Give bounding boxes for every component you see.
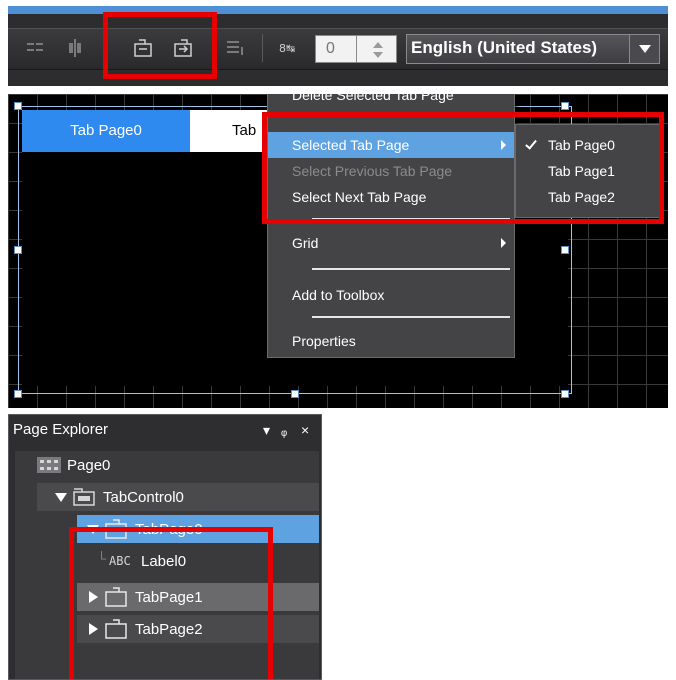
resize-handle[interactable] bbox=[291, 390, 299, 398]
close-icon[interactable]: × bbox=[301, 422, 309, 438]
submenu-arrow-icon bbox=[501, 238, 506, 248]
highlight-box bbox=[103, 12, 217, 79]
language-dropdown-button[interactable] bbox=[629, 35, 659, 63]
toolbar-separator bbox=[262, 34, 263, 62]
pin-icon[interactable]: ᵩ bbox=[281, 422, 287, 438]
chevron-down-icon bbox=[639, 45, 651, 53]
resize-handle[interactable] bbox=[14, 390, 22, 398]
align-center-icon[interactable] bbox=[64, 37, 86, 59]
menu-item-grid[interactable]: Grid bbox=[268, 230, 514, 256]
resize-handle[interactable] bbox=[14, 102, 22, 110]
menu-item-delete-selected-tab-page[interactable]: Delete Selected Tab Page bbox=[268, 94, 514, 108]
tab-index-input[interactable]: 0 bbox=[315, 35, 357, 63]
tree-item-label: TabControl0 bbox=[103, 489, 184, 506]
expand-icon[interactable] bbox=[55, 493, 67, 502]
resize-handle[interactable] bbox=[561, 390, 569, 398]
tab-page0-header[interactable]: Tab Page0 bbox=[22, 110, 190, 152]
svg-text:8↹: 8↹ bbox=[279, 42, 295, 55]
distribute-icon[interactable] bbox=[224, 37, 246, 59]
menu-item-label: Properties bbox=[292, 333, 356, 349]
tree-item-label: Page0 bbox=[67, 457, 111, 474]
page-explorer-title-bar: Page Explorer ▾ ᵩ × bbox=[9, 415, 321, 445]
page-explorer-panel: Page Explorer ▾ ᵩ × Page0 TabControl0 Ta… bbox=[8, 414, 322, 680]
menu-item-properties[interactable]: Properties bbox=[268, 328, 514, 354]
toolbar-panel: 8↹ 0 English (United States) bbox=[8, 6, 668, 86]
spin-down-icon[interactable] bbox=[373, 52, 383, 58]
language-select-value: English (United States) bbox=[411, 38, 598, 57]
panel-title: Page Explorer bbox=[13, 421, 109, 438]
spin-up-icon[interactable] bbox=[373, 42, 383, 48]
tab-order-icon[interactable]: 8↹ bbox=[278, 37, 300, 59]
tree-item-tabcontrol0[interactable]: TabControl0 bbox=[37, 483, 319, 511]
highlight-box bbox=[262, 112, 664, 224]
align-left-icon[interactable] bbox=[24, 37, 46, 59]
menu-separator bbox=[312, 268, 510, 270]
language-select[interactable]: English (United States) bbox=[406, 34, 660, 64]
resize-handle[interactable] bbox=[561, 102, 569, 110]
menu-separator bbox=[312, 316, 510, 318]
dropdown-icon[interactable]: ▾ bbox=[263, 422, 270, 439]
designer-canvas[interactable]: Tab Page0 Tab Delete Selected Tab Page S… bbox=[8, 94, 668, 408]
tab-index-spinner[interactable] bbox=[357, 35, 397, 63]
highlight-box bbox=[69, 527, 273, 679]
resize-handle[interactable] bbox=[14, 246, 22, 254]
tab-control-icon bbox=[73, 488, 95, 506]
menu-item-label: Grid bbox=[292, 235, 319, 251]
page-grid-icon bbox=[37, 457, 61, 473]
menu-item-label: Add to Toolbox bbox=[292, 287, 385, 303]
resize-handle[interactable] bbox=[561, 246, 569, 254]
menu-item-label: Delete Selected Tab Page bbox=[292, 94, 454, 103]
tree-item-page0[interactable]: Page0 bbox=[15, 451, 319, 479]
menu-item-add-to-toolbox[interactable]: Add to Toolbox bbox=[268, 282, 514, 308]
